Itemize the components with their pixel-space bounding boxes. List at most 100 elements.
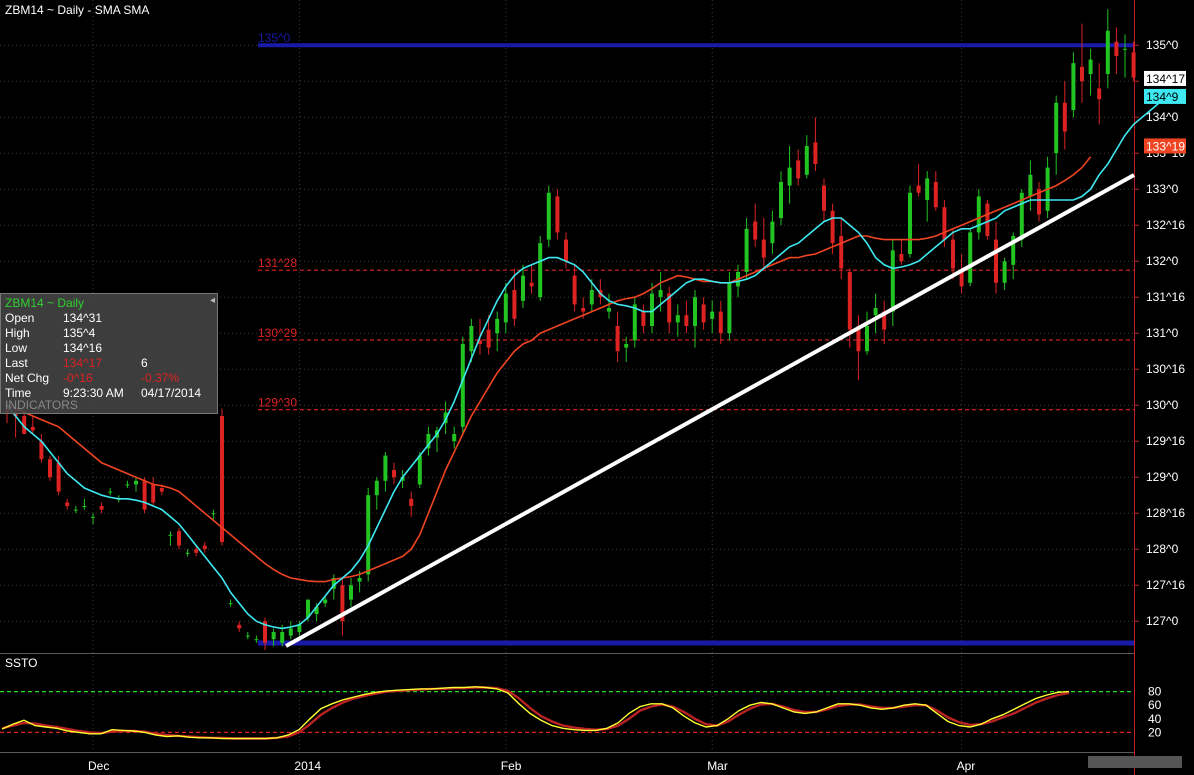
candle-body bbox=[564, 239, 568, 262]
candle-body bbox=[108, 491, 113, 493]
candle-body bbox=[1097, 88, 1102, 100]
candle-body bbox=[994, 239, 998, 283]
candle-body bbox=[125, 484, 130, 486]
x-tick-label: Feb bbox=[501, 759, 522, 773]
candle-body bbox=[1131, 52, 1136, 78]
y-tick-label: 131^0 bbox=[1146, 326, 1179, 340]
candle-body bbox=[710, 311, 715, 319]
candle-body bbox=[245, 635, 250, 637]
close-icon[interactable]: ◂ bbox=[210, 295, 215, 306]
ssto-tick-label: 40 bbox=[1148, 712, 1162, 726]
y-tick-label: 131^16 bbox=[1146, 290, 1185, 304]
candle-body bbox=[159, 488, 164, 492]
candle-body bbox=[942, 207, 947, 240]
y-tick-label: 130^16 bbox=[1146, 362, 1185, 376]
candle-body bbox=[951, 239, 955, 269]
candle-body bbox=[822, 185, 826, 211]
level-label: 129^30 bbox=[258, 396, 297, 410]
candle-body bbox=[1114, 41, 1119, 56]
candle-body bbox=[538, 243, 543, 298]
y-tick-label: 130^0 bbox=[1146, 398, 1179, 412]
candle-body bbox=[675, 315, 680, 323]
candle-body bbox=[65, 502, 70, 506]
candle-body bbox=[134, 480, 138, 485]
candle-body bbox=[383, 455, 388, 481]
candle-body bbox=[142, 480, 147, 510]
y-tick-label: 129^16 bbox=[1146, 434, 1185, 448]
candle-body bbox=[177, 531, 181, 546]
candle-body bbox=[684, 315, 689, 326]
low-value: 134^16 bbox=[63, 341, 102, 355]
candle-body bbox=[323, 599, 328, 604]
candle-body bbox=[151, 484, 156, 503]
candle-body bbox=[632, 304, 637, 341]
time-axis-line bbox=[0, 752, 1134, 753]
candle-body bbox=[916, 185, 921, 193]
candle-body bbox=[890, 250, 895, 312]
price-tag-label: 133^19 bbox=[1146, 139, 1185, 153]
candle-body bbox=[521, 275, 525, 301]
candle-body bbox=[873, 308, 878, 316]
candle-body bbox=[744, 228, 749, 272]
candle-body bbox=[804, 146, 809, 175]
trendline bbox=[285, 173, 1135, 648]
candle-body bbox=[392, 470, 396, 478]
candle-body bbox=[1028, 174, 1033, 197]
candle-body bbox=[220, 416, 224, 542]
candle-body bbox=[185, 552, 190, 554]
candle-body bbox=[787, 167, 792, 186]
candle-body bbox=[572, 275, 577, 305]
candle-body bbox=[693, 297, 697, 326]
candle-body bbox=[288, 628, 293, 636]
candle-body bbox=[779, 182, 783, 218]
candle-body bbox=[168, 534, 173, 536]
candle-body bbox=[1123, 48, 1127, 50]
candle-body bbox=[503, 293, 508, 323]
level-label: 131^28 bbox=[258, 256, 297, 270]
open-label: Open bbox=[5, 311, 35, 325]
candle-body bbox=[1054, 102, 1059, 154]
candle-body bbox=[813, 142, 818, 164]
netchg-pct: -0.37% bbox=[141, 371, 180, 385]
candle-body bbox=[727, 282, 732, 334]
candle-body bbox=[658, 290, 663, 298]
candle-body bbox=[865, 326, 869, 352]
scroll-thumb[interactable] bbox=[1088, 756, 1182, 768]
price-tag-label: 134^9 bbox=[1146, 90, 1179, 104]
candle-body bbox=[452, 434, 457, 442]
open-value: 134^31 bbox=[63, 311, 102, 325]
candle-body bbox=[254, 639, 259, 641]
candle-body bbox=[1080, 66, 1084, 82]
candle-body bbox=[753, 221, 758, 240]
candle-body bbox=[1002, 261, 1007, 283]
candle-body bbox=[202, 545, 207, 550]
candle-body bbox=[899, 254, 904, 262]
candle-body bbox=[555, 196, 560, 233]
x-tick-label: 2014 bbox=[294, 759, 321, 773]
candle-body bbox=[925, 178, 930, 200]
candle-body bbox=[91, 516, 95, 518]
y-tick-label: 127^0 bbox=[1146, 614, 1179, 628]
level-label: 135^0 bbox=[258, 31, 291, 45]
candle-body bbox=[985, 203, 990, 236]
candle-body bbox=[607, 308, 611, 312]
candle-body bbox=[839, 236, 844, 269]
indicators-label[interactable]: INDICATORS bbox=[5, 398, 78, 412]
high-value: 135^4 bbox=[63, 326, 96, 340]
y-tick-label: 127^16 bbox=[1146, 578, 1185, 592]
x-tick-label: Mar bbox=[707, 759, 728, 773]
ssto-d-line bbox=[1, 686, 1070, 740]
chart-title: ZBM14 ~ Daily - SMA SMA bbox=[5, 3, 150, 17]
candle-body bbox=[976, 196, 981, 233]
candle-body bbox=[211, 513, 216, 515]
candle-body bbox=[30, 426, 35, 431]
candle-body bbox=[701, 304, 706, 323]
high-label: High bbox=[5, 326, 30, 340]
candle-body bbox=[529, 282, 534, 287]
y-tick-label: 129^0 bbox=[1146, 470, 1179, 484]
candle-body bbox=[933, 182, 938, 208]
candle-body bbox=[469, 326, 474, 352]
candle-body bbox=[1062, 102, 1067, 132]
candle-body bbox=[615, 326, 620, 352]
y-tick-label: 133^0 bbox=[1146, 182, 1179, 196]
